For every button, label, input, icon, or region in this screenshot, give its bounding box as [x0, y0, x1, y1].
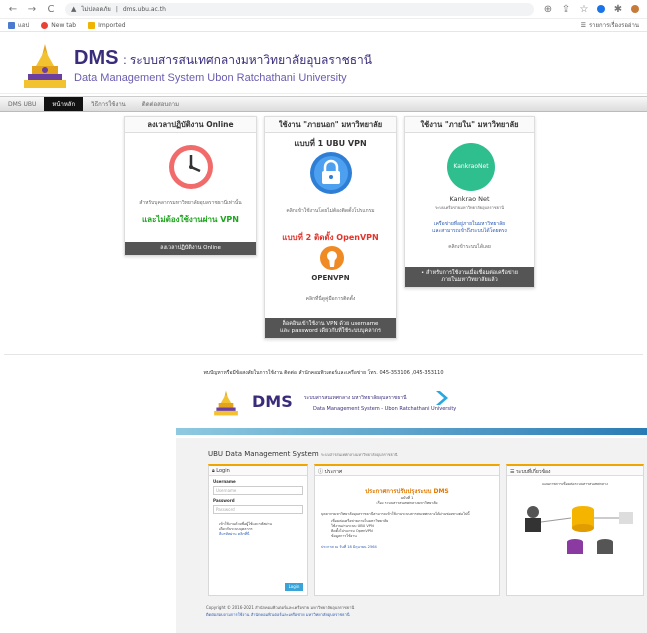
login-notes: เข้าใช้งานด้วยชื่อผู้ใช้และรหัสผ่าน เดีย…	[219, 522, 273, 536]
reading-list[interactable]: ☰ รายการเรื่องรออ่าน	[581, 20, 639, 30]
info-icon: ⓘ	[318, 469, 324, 475]
extension-icon[interactable]	[597, 5, 605, 13]
bookmarks-bar: แอป New tab Imported ☰ รายการเรื่องรออ่าน	[0, 19, 647, 32]
preview-header: DMS ระบบสารสนเทศกลาง มหาวิทยาลัยอุบลราชธ…	[176, 380, 647, 428]
bookmark-apps[interactable]: แอป	[8, 20, 29, 30]
password-input[interactable]: Password	[213, 505, 303, 514]
site-subtitle: Data Management System Ubon Ratchathani …	[74, 72, 347, 84]
kankrao-net-logo[interactable]: KankraoNet	[447, 143, 495, 191]
address-bar[interactable]: ▲ ไม่ปลอดภัย | dms.ubu.ac.th	[65, 2, 534, 16]
kankrao-net-name: Kankrao Net	[449, 195, 490, 203]
news-bullets: เชื่อมต่อเครือข่ายภายในมหาวิทยาลัย ใช้งา…	[331, 519, 389, 538]
outside-access-card: ใช้งาน "ภายนอก" มหาวิทยาลัย แบบที่ 1 UBU…	[264, 116, 397, 339]
inside-access-card: ใช้งาน "ภายใน" มหาวิทยาลัย KankraoNet Ka…	[404, 116, 535, 288]
forward-arrow-icon[interactable]: →	[27, 4, 37, 15]
inside-access-note: • สำหรับการใช้งานเมื่อเชื่อมต่อเครือข่าย…	[405, 267, 534, 287]
ubu-logo-icon	[24, 44, 66, 88]
news-body: บุคลากรมหาวิทยาลัยอุบลราชธานีสามารถเข้าใ…	[321, 512, 470, 516]
folder-icon	[88, 21, 96, 29]
system-diagram	[525, 506, 633, 554]
zoom-icon[interactable]: ⊕	[543, 4, 553, 15]
preview-footer-copyright: Copyright © 2016-2021 สำนักคอมพิวเตอร์แล…	[206, 605, 355, 610]
login-button[interactable]: Login	[285, 583, 303, 591]
kankrao-net-link[interactable]: เครือข่ายที่อยู่ภายในมหาวิทยาลัย และสามา…	[409, 221, 530, 235]
section-divider	[4, 354, 643, 355]
list-icon: ☰	[580, 21, 586, 29]
warning-icon: ▲	[71, 5, 77, 13]
puzzle-icon[interactable]: ✱	[613, 4, 623, 15]
news-footer[interactable]: ประกาศ ณ วันที่ 18 มิถุนายน 2564	[321, 545, 493, 550]
share-icon[interactable]: ⇪	[561, 4, 571, 15]
related-diagram-title: แผนภาพการเชื่อมต่อระบบสารสนเทศกลาง	[542, 482, 608, 486]
contact-info: พบปัญหาหรือมีข้อสงสัยในการใช้งาน ติดต่อ …	[203, 370, 444, 376]
kankrao-enter-link[interactable]: คลิกเข้าระบบได้เลย	[409, 243, 530, 251]
menu-item-home[interactable]: หน้าหลัก	[44, 97, 84, 111]
inside-card-title: ใช้งาน "ภายใน" มหาวิทยาลัย	[405, 117, 534, 133]
openvpn-icon[interactable]	[319, 245, 345, 271]
browser-toolbar: ← → C ▲ ไม่ปลอดภัย | dms.ubu.ac.th ⊕ ⇪ ☆…	[0, 0, 647, 19]
menu-item-howto[interactable]: วิธีการใช้งาน	[83, 97, 134, 111]
online-checkin-button[interactable]: ลงเวลาปฏิบัติงาน Online	[125, 242, 256, 255]
bookmark-new-tab[interactable]: New tab	[41, 21, 76, 29]
star-icon[interactable]: ☆	[579, 4, 589, 15]
url-text: dms.ubu.ac.th	[122, 5, 166, 13]
news-title: ประกาศการปรับปรุงระบบ DMS	[365, 488, 449, 495]
bookmark-imported[interactable]: Imported	[88, 21, 126, 29]
profile-avatar[interactable]	[631, 5, 639, 13]
preview-system-title: UBU Data Management System ระบบสารสนเทศก…	[208, 450, 398, 458]
username-input[interactable]: Username	[213, 486, 303, 495]
list-icon: ☰	[510, 469, 515, 475]
chevron-right-icon	[436, 391, 448, 405]
preview-footer-contact[interactable]: ติดต่อสอบถามการใช้งาน สำนักคอมพิวเตอร์แล…	[206, 611, 350, 618]
vpn-method-2-desc[interactable]: คลิกที่นี่ดูคู่มือการติดตั้ง	[269, 295, 392, 303]
related-systems-panel: ☰ ระบบที่เกี่ยวข้อง แผนภาพการเชื่อมต่อระ…	[506, 464, 644, 596]
outside-card-title: ใช้งาน "ภายนอก" มหาวิทยาลัย	[265, 117, 396, 133]
back-arrow-icon[interactable]: ←	[8, 4, 18, 15]
vpn-method-2-title: แบบที่ 2 ติดตั้ง OpenVPN	[282, 233, 379, 242]
openvpn-logo-text: OPENVPN	[311, 274, 350, 282]
preview-title-en: Data Management System - Ubon Ratchathan…	[313, 406, 457, 412]
preview-color-bar	[176, 428, 647, 435]
preview-body: UBU Data Management System ระบบสารสนเทศก…	[176, 438, 647, 633]
preview-dms-title: DMS	[252, 392, 293, 411]
vpn-lock-icon[interactable]	[309, 151, 353, 195]
menu-item-contact[interactable]: ติดต่อสอบถาม	[134, 97, 187, 111]
apps-grid-icon	[8, 21, 15, 29]
preview-title-th: ระบบสารสนเทศกลาง มหาวิทยาลัยอุบลราชธานี	[304, 395, 407, 401]
site-title: DMS : ระบบสารสนเทศกลางมหาวิทยาลัยอุบลราช…	[74, 47, 372, 69]
kankrao-net-sub: ระบบเครือข่ายมหาวิทยาลัยอุบลราชธานี	[434, 205, 504, 210]
related-panel-head: ☰ ระบบที่เกี่ยวข้อง	[507, 466, 643, 476]
lock-icon: 🔒︎	[212, 468, 215, 474]
preview-logo-icon	[214, 390, 238, 416]
login-panel-head: 🔒︎ Login	[209, 466, 307, 476]
menu-item-dms-ubu[interactable]: DMS UBU	[0, 97, 44, 111]
reload-icon[interactable]: C	[46, 4, 56, 15]
vpn-method-1-title: แบบที่ 1 UBU VPN	[294, 139, 367, 148]
site-header: DMS : ระบบสารสนเทศกลางมหาวิทยาลัยอุบลราช…	[0, 32, 647, 94]
login-panel: 🔒︎ Login Username Username Password Pass…	[208, 464, 308, 596]
clock-icon[interactable]	[167, 143, 215, 191]
main-menu: DMS UBU หน้าหลัก วิธีการใช้งาน ติดต่อสอบ…	[0, 96, 647, 112]
vpn-method-1-desc[interactable]: คลิกเข้าใช้งานโดยไม่ต้องติดตั้งโปรแกรม	[269, 207, 392, 215]
access-cards: ลงเวลาปฏิบัติงาน Online สำหรับบุคลากรมหา…	[0, 112, 647, 372]
news-panel-head: ⓘ ประกาศ	[315, 466, 499, 476]
online-checkin-card: ลงเวลาปฏิบัติงาน Online สำหรับบุคลากรมหา…	[124, 116, 257, 256]
news-panel: ⓘ ประกาศ ประกาศการปรับปรุงระบบ DMS ฉบับท…	[314, 464, 500, 596]
online-card-no-vpn: และไม่ต้องใช้งานผ่าน VPN	[142, 215, 239, 224]
dms-preview-screenshot: DMS ระบบสารสนเทศกลาง มหาวิทยาลัยอุบลราชธ…	[176, 380, 647, 633]
vpn-login-note: ล็อคอินเข้าใช้งาน VPN ด้วย username และ …	[265, 318, 396, 338]
online-card-desc: สำหรับบุคลากรมหาวิทยาลัยอุบลราชธานีเท่าน…	[139, 200, 242, 206]
url-security-label: ไม่ปลอดภัย	[81, 6, 111, 13]
google-icon	[41, 21, 49, 29]
online-card-title: ลงเวลาปฏิบัติงาน Online	[125, 117, 256, 133]
